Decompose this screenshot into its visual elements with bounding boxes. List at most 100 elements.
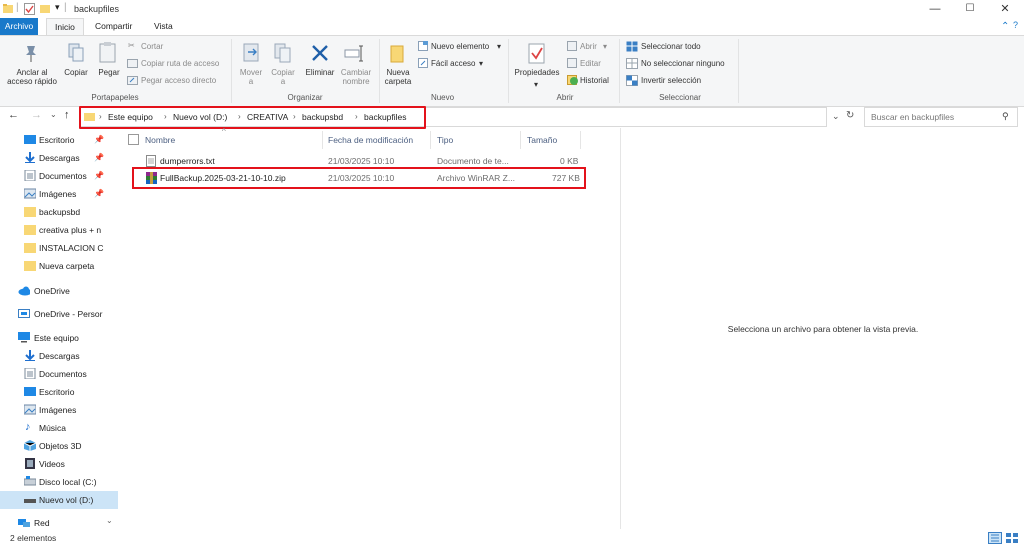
paste-icon [99,42,116,63]
move-to-button[interactable]: Mover a [236,68,266,86]
nav-item-nueva-carpeta[interactable]: Nueva carpeta [0,257,118,275]
nav-item-nuevo-vol[interactable]: Nuevo vol (D:) [0,491,118,509]
search-box[interactable]: Buscar en backupfiles ⚲ [864,107,1018,127]
recent-locations-icon[interactable]: ⌄ [50,110,57,119]
nav-item-pc-videos[interactable]: Videos [0,455,118,473]
details-view-icon[interactable] [988,532,1002,544]
up-icon[interactable]: ↑ [64,109,70,121]
nav-item-pc-imagenes[interactable]: Imágenes [0,401,118,419]
ribbon-collapse-icon[interactable]: ⌃ [1001,21,1009,32]
cube-icon [24,440,36,451]
nav-item-instalacion[interactable]: INSTALACION C [0,239,118,257]
select-none-button[interactable]: No seleccionar ninguno [641,59,725,68]
open-icon [567,41,577,51]
nav-item-pc-objetos-3d[interactable]: Objetos 3D [0,437,118,455]
scroll-down-icon[interactable]: ⌄ [106,516,113,525]
preview-pane: Selecciona un archivo para obtener la vi… [620,128,1024,529]
copy-path-button[interactable]: Copiar ruta de acceso [141,59,219,68]
delete-button[interactable]: Eliminar [303,68,337,77]
new-item-dropdown-icon[interactable]: ▾ [497,42,501,51]
nav-item-descargas[interactable]: Descargas 📌 [0,149,118,167]
folder-icon [24,261,36,271]
nav-item-escritorio[interactable]: Escritorio 📌 [0,131,118,149]
tab-vista[interactable]: Vista [146,18,181,35]
music-icon: ♪ [25,421,31,433]
open-button[interactable]: Abrir [580,42,597,51]
rename-button[interactable]: Cambiar nombre [339,68,373,86]
desktop-icon [24,387,36,396]
group-label-portapapeles: Portapapeles [91,93,139,102]
copy-button[interactable]: Copiar [62,68,90,77]
large-icons-view-icon[interactable] [1005,532,1019,544]
nav-item-pc-documentos[interactable]: Documentos [0,365,118,383]
forward-icon[interactable]: → [31,109,42,121]
nav-item-pc-descargas[interactable]: Descargas [0,347,118,365]
file-size: 0 KB [560,156,579,166]
column-header-tipo[interactable]: Tipo [437,135,453,145]
download-icon [25,152,35,163]
easy-access-button[interactable]: Fácil acceso [431,59,475,68]
cut-icon: ✂ [128,41,135,50]
tab-inicio[interactable]: Inicio [46,18,84,35]
close-button[interactable]: ✕ [988,0,1022,18]
computer-icon [18,332,30,343]
refresh-icon[interactable]: ↻ [846,110,854,121]
column-header-nombre[interactable]: Nombre [145,135,175,145]
onedrive-folder-icon [18,309,30,318]
folder-icon [24,207,36,217]
search-input[interactable]: Buscar en backupfiles [871,112,954,122]
folder-icon [3,4,13,13]
nav-item-disco-local[interactable]: Disco local (C:) [0,473,118,491]
customize-qa-icon[interactable]: ▾ [55,2,60,14]
column-header-fecha[interactable]: Fecha de modificación [328,135,413,145]
edit-icon [567,58,577,68]
nav-item-documentos[interactable]: Documentos 📌 [0,167,118,185]
edit-button[interactable]: Editar [580,59,601,68]
status-bar: 2 elementos [0,529,1024,547]
nav-item-pc-escritorio[interactable]: Escritorio [0,383,118,401]
nav-item-pc-musica[interactable]: ♪ Música [0,419,118,437]
invert-selection-button[interactable]: Invertir selección [641,76,701,85]
pin-icon [26,46,36,62]
desktop-icon [24,135,36,144]
nav-item-onedrive-personal[interactable]: OneDrive - Persor [0,305,118,323]
easy-access-dropdown-icon[interactable]: ▾ [479,59,483,68]
nav-item-imagenes[interactable]: Imágenes 📌 [0,185,118,203]
nav-item-onedrive[interactable]: OneDrive [0,282,118,300]
cut-button[interactable]: Cortar [141,42,163,51]
paste-shortcut-button[interactable]: Pegar acceso directo [141,76,216,85]
tab-compartir[interactable]: Compartir [87,18,140,35]
select-all-checkbox[interactable] [128,134,139,145]
nav-item-este-equipo[interactable]: Este equipo [0,329,118,347]
maximize-button[interactable]: ☐ [953,0,987,18]
minimize-button[interactable]: — [918,0,952,18]
properties-button[interactable]: Propiedades [512,68,562,77]
nav-item-backupsbd[interactable]: backupsbd [0,203,118,221]
rename-icon [344,45,363,62]
new-folder-button[interactable]: Nueva carpeta [381,68,415,86]
pin-quick-access-button[interactable]: Anclar al acceso rápido [2,68,62,86]
new-folder-icon[interactable] [40,3,50,15]
help-icon[interactable]: ? [1013,20,1018,30]
history-button[interactable]: Historial [580,76,609,85]
search-icon[interactable]: ⚲ [1002,111,1009,122]
ribbon-tabs: Archivo Inicio Compartir Vista ⌃ ? [0,18,1024,35]
open-dropdown-icon[interactable]: ▾ [603,42,607,51]
copy-to-button[interactable]: Copiar a [268,68,298,86]
back-icon[interactable]: ← [8,109,19,121]
invert-selection-icon [626,75,638,86]
nav-item-creativa-plus[interactable]: creativa plus + n [0,221,118,239]
documents-icon [24,170,36,181]
new-item-button[interactable]: Nuevo elemento [431,42,489,51]
column-header-tamano[interactable]: Tamaño [527,135,557,145]
ribbon: Anclar al acceso rápido Copiar Pegar ✂ C… [0,35,1024,107]
properties-dropdown-icon[interactable]: ▾ [534,80,538,89]
paste-button[interactable]: Pegar [95,68,123,77]
tab-archivo[interactable]: Archivo [0,18,38,35]
address-dropdown-icon[interactable]: ⌄ [832,111,840,122]
select-all-button[interactable]: Seleccionar todo [641,42,701,51]
file-date: 21/03/2025 10:10 [328,156,395,166]
new-item-icon [418,41,428,51]
move-to-icon [243,43,259,62]
properties-check-icon[interactable] [24,3,35,15]
